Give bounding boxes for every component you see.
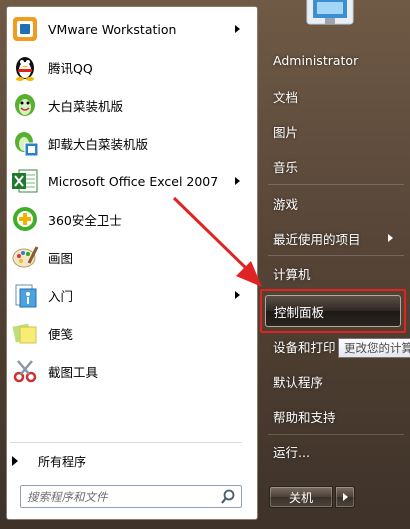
program-dabaicai[interactable]: 大白菜装机版 xyxy=(4,87,248,123)
shutdown-button[interactable]: 关机 xyxy=(269,486,333,508)
triangle-right-icon xyxy=(12,456,18,466)
program-qq[interactable]: 腾讯QQ xyxy=(4,49,248,85)
excel-icon xyxy=(10,166,40,196)
program-label: 截图工具 xyxy=(48,364,99,380)
program-label: 腾讯QQ xyxy=(48,60,93,76)
program-excel-2007[interactable]: Microsoft Office Excel 2007 xyxy=(4,163,248,199)
program-label: 卸载大白菜装机版 xyxy=(48,136,149,152)
documents-link[interactable]: 文档 xyxy=(265,82,405,110)
uninstall-cabbage-icon xyxy=(10,128,40,158)
vmware-icon xyxy=(10,14,40,44)
divider xyxy=(268,434,404,435)
tooltip: 更改您的计算 xyxy=(338,338,410,358)
program-paint[interactable]: 画图 xyxy=(4,239,248,275)
submenu-arrow-icon xyxy=(235,177,240,185)
divider xyxy=(10,442,242,443)
user-name-link[interactable]: Administrator xyxy=(265,46,405,74)
computer-link[interactable]: 计算机 xyxy=(265,259,405,287)
program-label: VMware Workstation xyxy=(48,21,177,37)
search-box[interactable] xyxy=(20,485,242,508)
program-label: 画图 xyxy=(48,250,74,266)
pictures-link[interactable]: 图片 xyxy=(265,117,405,145)
snipping-tool-icon xyxy=(10,356,40,386)
program-label: Microsoft Office Excel 2007 xyxy=(48,173,219,189)
program-label: 360安全卫士 xyxy=(48,212,122,228)
annotation-highlight-box xyxy=(260,289,406,333)
program-uninstall-dabaicai[interactable]: 卸载大白菜装机版 xyxy=(4,125,248,161)
help-support-link[interactable]: 帮助和支持 xyxy=(265,402,405,430)
games-link[interactable]: 游戏 xyxy=(265,189,405,217)
program-label: 大白菜装机版 xyxy=(48,98,124,114)
sticky-notes-icon xyxy=(10,318,40,348)
program-label: 入门 xyxy=(48,288,74,304)
music-link[interactable]: 音乐 xyxy=(265,152,405,180)
divider xyxy=(268,184,404,185)
search-icon[interactable] xyxy=(220,489,236,505)
divider xyxy=(268,255,404,256)
360-safe-icon xyxy=(10,204,40,234)
program-vmware-workstation[interactable]: VMware Workstation xyxy=(4,11,248,47)
all-programs-label: 所有程序 xyxy=(38,454,87,469)
getting-started-icon xyxy=(10,280,40,310)
submenu-arrow-icon xyxy=(388,234,393,242)
submenu-arrow-icon xyxy=(235,25,240,33)
recent-items-link[interactable]: 最近使用的项目 xyxy=(265,224,405,252)
submenu-arrow-icon xyxy=(235,291,240,299)
qq-penguin-icon xyxy=(10,52,40,82)
program-getting-started[interactable]: 入门 xyxy=(4,277,248,313)
user-picture[interactable] xyxy=(303,0,357,28)
all-programs-button[interactable]: 所有程序 xyxy=(10,451,86,471)
program-snipping-tool[interactable]: 截图工具 xyxy=(4,353,248,389)
program-360-safe[interactable]: 360安全卫士 xyxy=(4,201,248,237)
cabbage-icon xyxy=(10,90,40,120)
arrow-right-icon xyxy=(342,493,348,501)
search-input[interactable] xyxy=(27,488,217,505)
shutdown-options-button[interactable] xyxy=(335,486,355,508)
program-sticky-notes[interactable]: 便笺 xyxy=(4,315,248,351)
paint-icon xyxy=(10,242,40,272)
run-link[interactable]: 运行... xyxy=(265,437,405,465)
default-programs-link[interactable]: 默认程序 xyxy=(265,367,405,395)
program-label: 便笺 xyxy=(48,326,74,342)
